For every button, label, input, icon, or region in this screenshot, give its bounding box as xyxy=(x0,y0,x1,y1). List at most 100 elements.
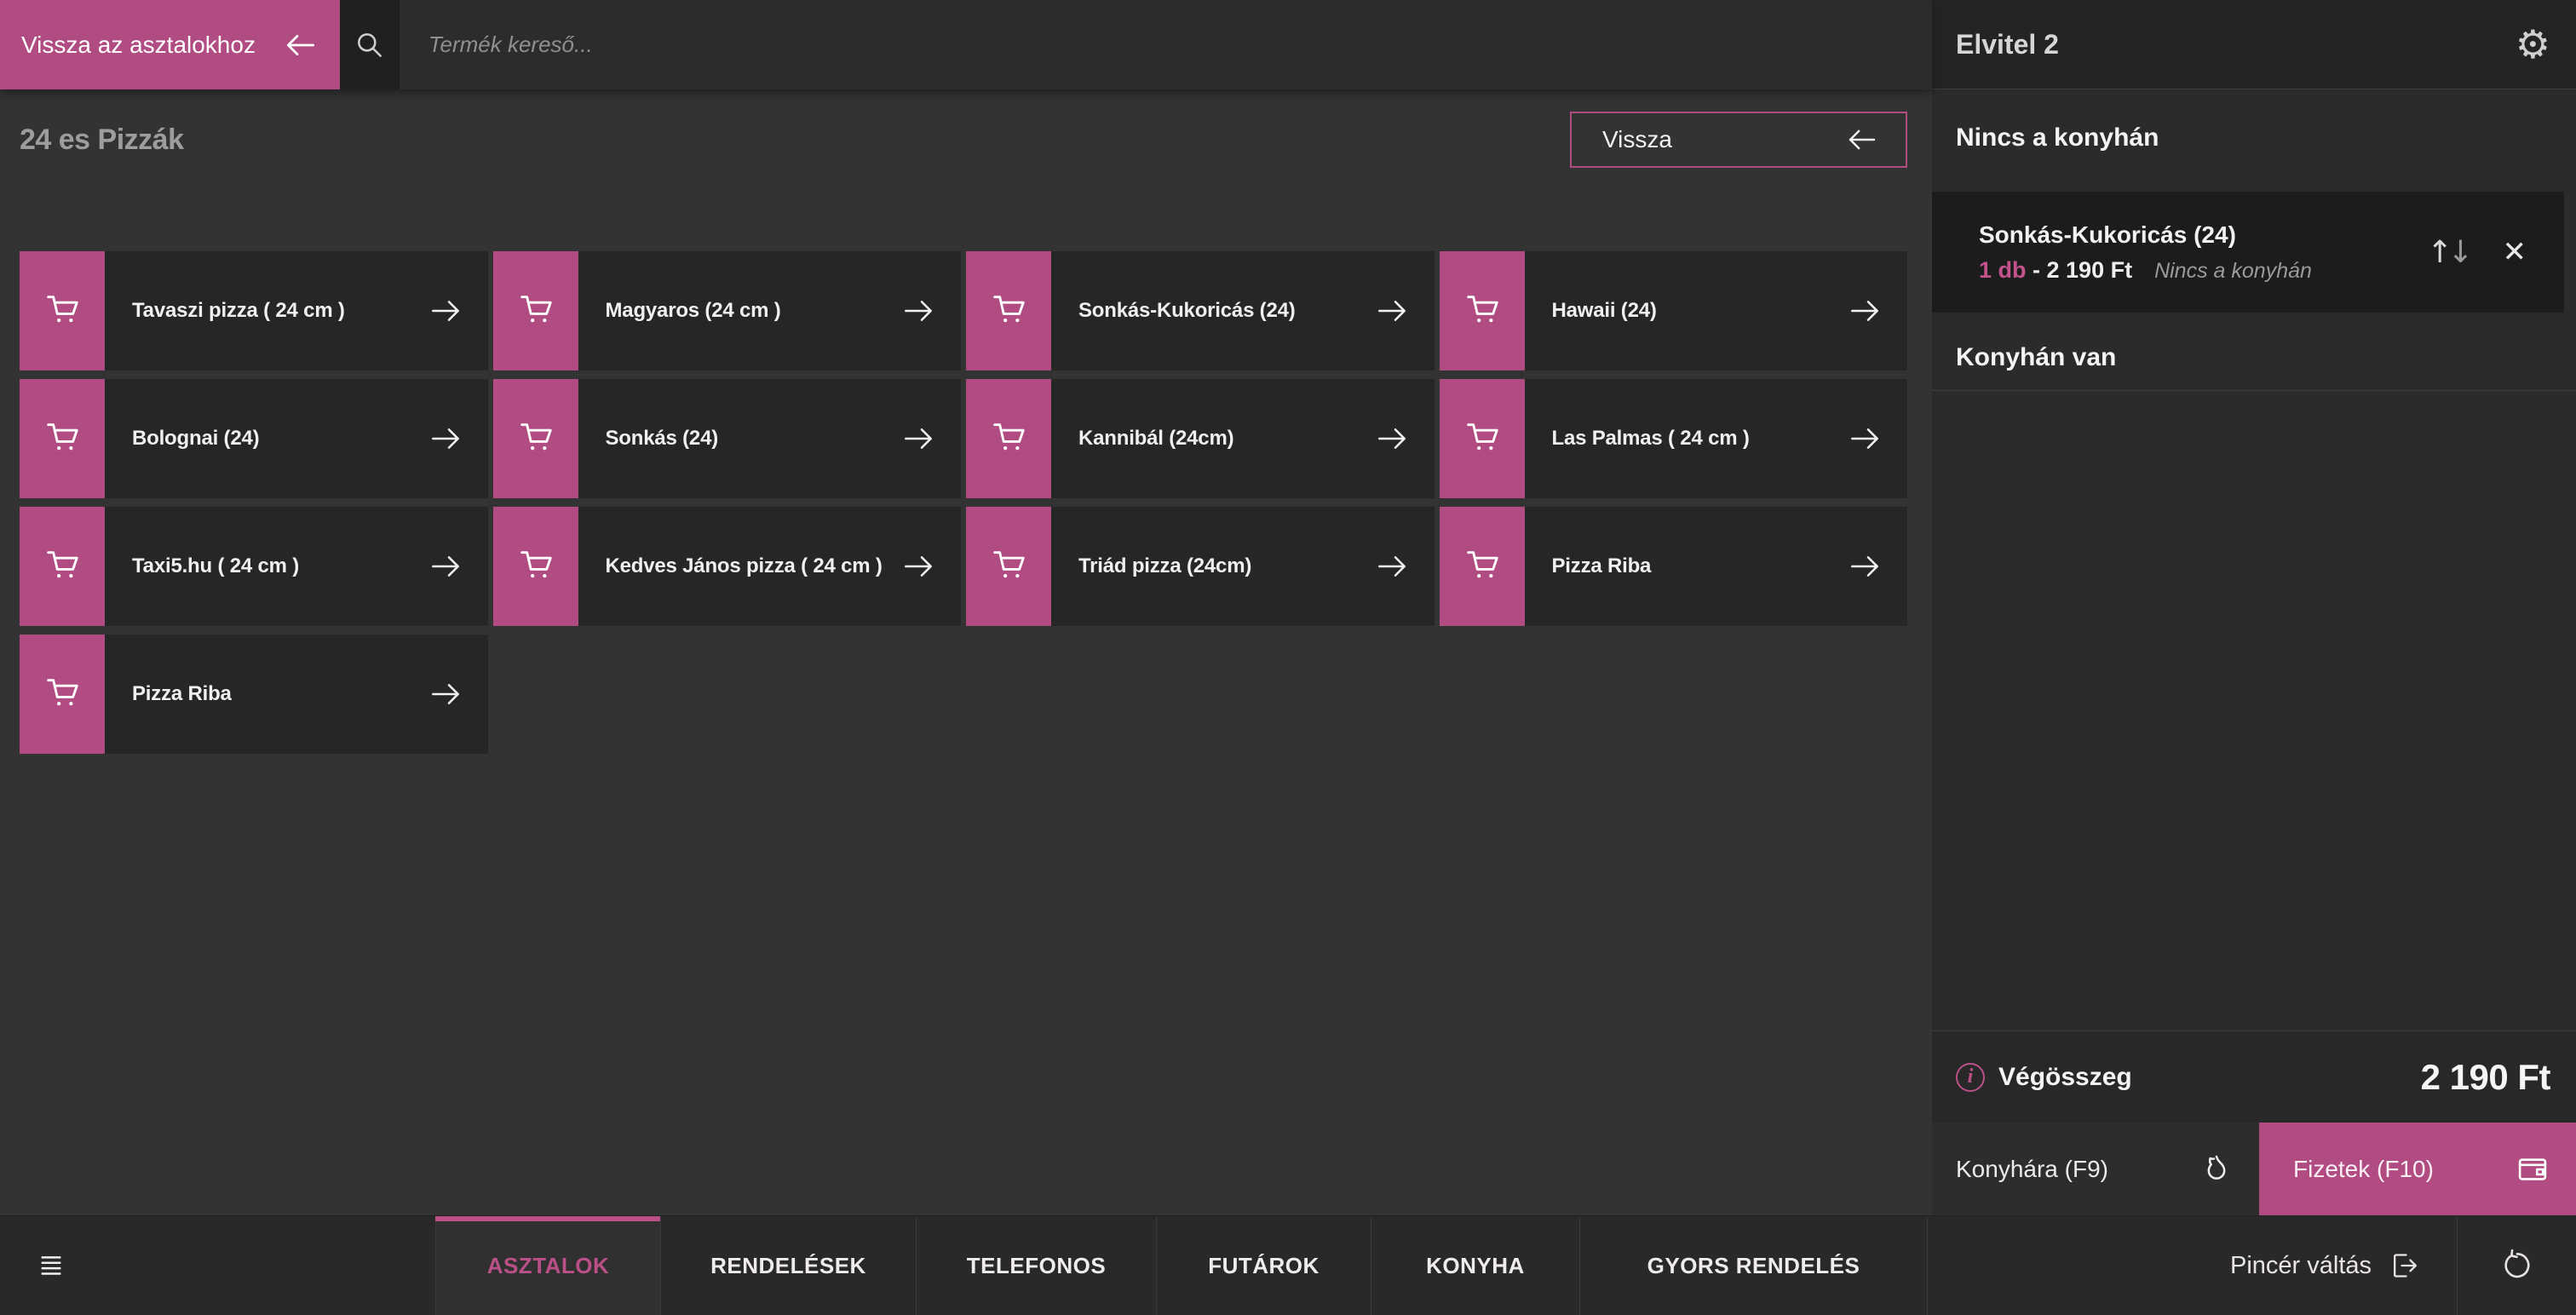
product-tile[interactable]: Las Palmas ( 24 cm ) xyxy=(1440,379,1908,498)
product-name: Triád pizza (24cm) xyxy=(1051,554,1373,579)
product-name: Sonkás-Kukoricás (24) xyxy=(1051,298,1373,324)
pay-button[interactable]: Fizetek (F10) xyxy=(2259,1123,2576,1215)
product-tile[interactable]: Sonkás-Kukoricás (24) xyxy=(966,251,1435,370)
nav-tab-label: TELEFONOS xyxy=(967,1253,1106,1279)
order-item-card[interactable]: Sonkás-Kukoricás (24) 1 db - 2 190 Ft Ni… xyxy=(1932,192,2564,313)
nav-tab[interactable]: RENDELÉSEK xyxy=(660,1216,916,1315)
arrow-right-icon xyxy=(427,548,488,585)
nav-tab-label: GYORS RENDELÉS xyxy=(1647,1253,1860,1279)
cart-icon xyxy=(20,507,105,626)
order-item-price: 2 190 Ft xyxy=(2047,257,2133,284)
nav-tab-label: KONYHA xyxy=(1426,1253,1525,1279)
arrow-right-icon xyxy=(1373,548,1435,585)
send-to-kitchen-label: Konyhára (F9) xyxy=(1956,1156,2199,1183)
section-in-kitchen: Konyhán van xyxy=(1956,343,2552,372)
arrow-left-icon xyxy=(1844,122,1880,158)
product-tile[interactable]: Kannibál (24cm) xyxy=(966,379,1435,498)
reorder-icon[interactable]: ↑↓ xyxy=(2427,235,2473,270)
product-name: Taxi5.hu ( 24 cm ) xyxy=(105,554,427,579)
flame-icon xyxy=(2199,1152,2234,1186)
product-tile[interactable]: Pizza Riba xyxy=(1440,507,1908,626)
pos-app: Vissza az asztalokhoz xyxy=(0,0,2576,1315)
back-to-tables-button[interactable]: Vissza az asztalokhoz xyxy=(0,0,340,89)
product-tile[interactable]: Tavaszi pizza ( 24 cm ) xyxy=(20,251,488,370)
cart-icon xyxy=(1440,507,1525,626)
waiter-switch-button[interactable]: Pincér váltás xyxy=(2230,1249,2421,1283)
product-name: Pizza Riba xyxy=(1525,554,1847,579)
nav-tab[interactable]: TELEFONOS xyxy=(916,1216,1156,1315)
product-tile[interactable]: Bolognai (24) xyxy=(20,379,488,498)
arrow-right-icon xyxy=(1846,420,1907,457)
cart-icon xyxy=(493,251,578,370)
cart-icon xyxy=(20,635,105,754)
back-button-label: Vissza xyxy=(1602,126,1844,153)
product-name: Kedves János pizza ( 24 cm ) xyxy=(578,554,900,579)
product-tile[interactable]: Pizza Riba xyxy=(20,635,488,754)
nav-tab-label: FUTÁROK xyxy=(1208,1253,1320,1279)
arrow-right-icon xyxy=(427,675,488,713)
nav-tab[interactable]: FUTÁROK xyxy=(1156,1216,1371,1315)
cart-icon xyxy=(966,379,1051,498)
product-tile[interactable]: Kedves János pizza ( 24 cm ) xyxy=(493,507,962,626)
cart-icon xyxy=(20,379,105,498)
cart-icon xyxy=(1440,251,1525,370)
wallet-icon xyxy=(2515,1151,2550,1187)
product-name: Sonkás (24) xyxy=(578,426,900,451)
product-tile[interactable]: Sonkás (24) xyxy=(493,379,962,498)
cart-icon xyxy=(493,507,578,626)
product-name: Hawaii (24) xyxy=(1525,298,1847,324)
product-tile[interactable]: Magyaros (24 cm ) xyxy=(493,251,962,370)
product-tile[interactable]: Taxi5.hu ( 24 cm ) xyxy=(20,507,488,626)
waiter-switch-label: Pincér váltás xyxy=(2230,1252,2372,1280)
search-icon xyxy=(340,0,400,89)
order-panel-header: Elvitel 2 ⚙ xyxy=(1932,0,2576,89)
order-item-qty: 1 db xyxy=(1979,257,2027,284)
arrow-right-icon xyxy=(1373,420,1435,457)
product-tile[interactable]: Hawaii (24) xyxy=(1440,251,1908,370)
cart-icon xyxy=(1440,379,1525,498)
section-not-in-kitchen: Nincs a konyhán xyxy=(1956,123,2552,152)
nav-tab-label: RENDELÉSEK xyxy=(710,1253,866,1279)
product-name: Kannibál (24cm) xyxy=(1051,426,1373,451)
info-icon[interactable]: i xyxy=(1956,1063,1985,1092)
total-label: Végösszeg xyxy=(1998,1063,2421,1092)
category-title: 24 es Pizzák xyxy=(20,123,183,157)
nav-tab[interactable]: ASZTALOK xyxy=(435,1216,660,1315)
product-grid: Tavaszi pizza ( 24 cm ) Magyaros (24 cm … xyxy=(20,251,1907,754)
bottom-nav: ASZTALOK RENDELÉSEK TELEFONOS FUTÁROK KO… xyxy=(0,1215,2576,1315)
gear-icon[interactable]: ⚙ xyxy=(2516,25,2550,64)
cart-icon xyxy=(493,379,578,498)
logout-icon xyxy=(2387,1249,2421,1283)
product-search-input[interactable] xyxy=(400,0,1932,89)
nav-tabs: ASZTALOK RENDELÉSEK TELEFONOS FUTÁROK KO… xyxy=(435,1216,1928,1315)
remove-item-icon[interactable]: ✕ xyxy=(2503,235,2527,269)
back-button[interactable]: Vissza xyxy=(1570,112,1907,168)
cart-icon xyxy=(966,507,1051,626)
product-name: Tavaszi pizza ( 24 cm ) xyxy=(105,298,427,324)
total-value: 2 190 Ft xyxy=(2421,1057,2550,1098)
nav-tab[interactable]: GYORS RENDELÉS xyxy=(1579,1216,1928,1315)
product-name: Las Palmas ( 24 cm ) xyxy=(1525,426,1847,451)
order-title: Elvitel 2 xyxy=(1956,29,2516,60)
cart-icon xyxy=(966,251,1051,370)
product-name: Magyaros (24 cm ) xyxy=(578,298,900,324)
back-to-tables-label: Vissza az asztalokhoz xyxy=(21,32,282,59)
arrow-right-icon xyxy=(900,548,961,585)
total-row: i Végösszeg 2 190 Ft xyxy=(1932,1031,2576,1123)
arrow-left-icon xyxy=(282,26,319,64)
order-item-status: Nincs a konyhán xyxy=(2154,259,2312,284)
product-name: Bolognai (24) xyxy=(105,426,427,451)
pay-button-label: Fizetek (F10) xyxy=(2293,1156,2515,1183)
order-panel: Elvitel 2 ⚙ Nincs a konyhán Sonkás-Kukor… xyxy=(1932,0,2576,1215)
refresh-button[interactable] xyxy=(2458,1248,2576,1283)
cart-icon xyxy=(20,251,105,370)
menu-icon[interactable] xyxy=(37,1251,66,1280)
top-bar: Vissza az asztalokhoz xyxy=(0,0,1932,89)
product-browser: 24 es Pizzák Vissza xyxy=(0,89,1932,1215)
nav-tab[interactable]: KONYHA xyxy=(1371,1216,1579,1315)
send-to-kitchen-button[interactable]: Konyhára (F9) xyxy=(1932,1123,2259,1215)
arrow-right-icon xyxy=(427,420,488,457)
arrow-right-icon xyxy=(900,292,961,330)
product-tile[interactable]: Triád pizza (24cm) xyxy=(966,507,1435,626)
arrow-right-icon xyxy=(427,292,488,330)
